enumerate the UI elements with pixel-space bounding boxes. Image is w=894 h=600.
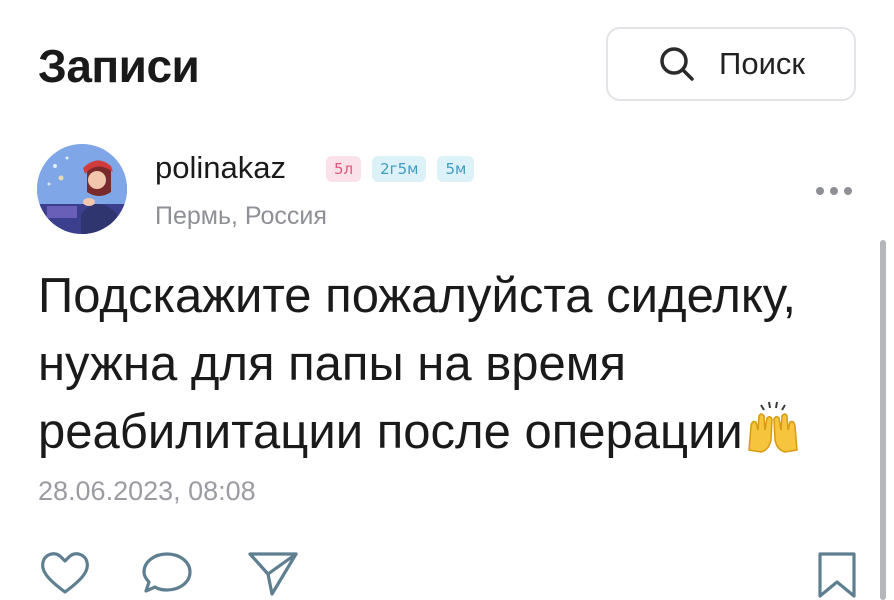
post-text-line: Подскажите пожалуйста сиделку,	[38, 269, 797, 323]
bookmark-icon	[818, 552, 856, 598]
badge-age: 5л	[326, 156, 362, 182]
author-location: Пермь, Россия	[155, 202, 327, 230]
scrollbar[interactable]	[880, 240, 886, 600]
comment-icon	[142, 552, 192, 593]
avatar-image	[37, 144, 127, 234]
badge-child-age: 2г5м	[372, 156, 427, 182]
share-icon	[248, 552, 298, 596]
more-options-icon[interactable]	[816, 181, 856, 201]
avatar[interactable]	[37, 144, 127, 234]
post-text-line-last: реабилитации после операции	[38, 398, 883, 466]
search-button[interactable]: Поиск	[606, 27, 856, 101]
heart-icon	[41, 552, 89, 594]
author-badges: 5л 2г5м 5м	[326, 156, 475, 182]
search-icon	[660, 47, 694, 81]
comment-button[interactable]	[140, 548, 194, 598]
bookmark-button[interactable]	[810, 548, 864, 598]
search-button-label: Поиск	[719, 46, 805, 81]
raising-hands-icon	[748, 401, 798, 453]
post-text-line: реабилитации после операции	[38, 405, 743, 459]
post-text: Подскажите пожалуйста сиделку, нужна для…	[38, 262, 883, 466]
post-text-line: нужна для папы на время	[38, 337, 626, 391]
share-button[interactable]	[246, 548, 300, 598]
page-title: Записи	[38, 40, 200, 92]
author-username[interactable]: polinakaz	[155, 148, 286, 188]
badge-child-age-2: 5м	[437, 156, 475, 182]
post-timestamp: 28.06.2023, 08:08	[38, 476, 256, 506]
like-button[interactable]	[38, 548, 92, 598]
